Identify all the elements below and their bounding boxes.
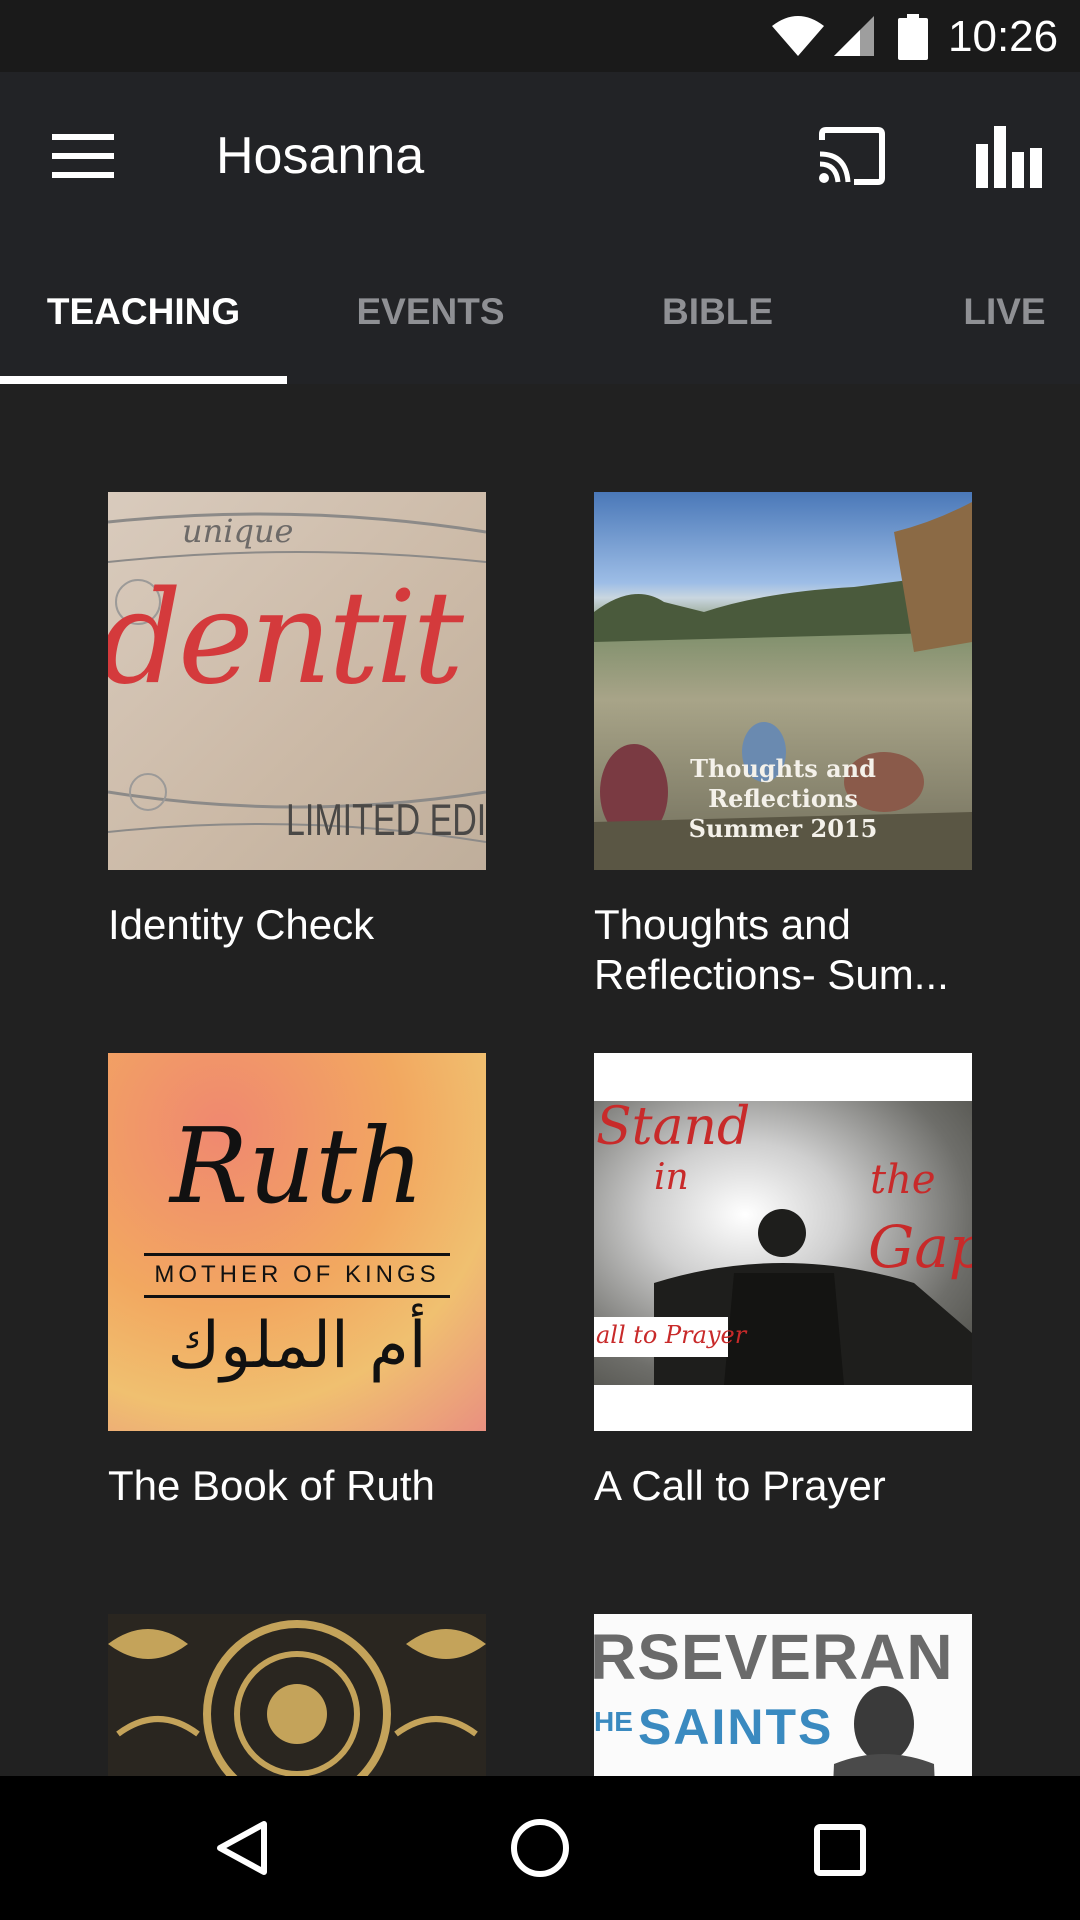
teaching-thumbnail: Thoughts and Reflections Summer 2015: [594, 492, 972, 870]
teaching-thumbnail: Ruth MOTHER OF KINGS أم الملوك: [108, 1053, 486, 1431]
tab-bar: TEACHING EVENTS BIBLE LIVE: [0, 276, 1080, 384]
teaching-card-book-of-ruth[interactable]: Ruth MOTHER OF KINGS أم الملوك The Book …: [108, 1053, 486, 1511]
teaching-card-identity-check[interactable]: unique dentit LIMITED EDITION Identity C…: [108, 492, 486, 950]
caption-line: Thoughts and: [690, 754, 876, 783]
stats-icon[interactable]: [974, 124, 1044, 188]
caption-line: Summer 2015: [688, 814, 878, 843]
teaching-title: A Call to Prayer: [594, 1462, 886, 1509]
teaching-card-perseverance[interactable]: RSEVERAN HE SAINTS: [594, 1614, 972, 1776]
teaching-thumbnail: RSEVERAN HE SAINTS: [594, 1614, 972, 1776]
tab-indicator: [0, 376, 287, 384]
cast-icon[interactable]: [816, 126, 886, 186]
teaching-title: Thoughts and Reflections- Sum...: [594, 901, 949, 998]
teaching-thumbnail: Stand in the Gap all to Prayer: [594, 1053, 972, 1431]
status-time: 10:26: [948, 12, 1059, 61]
menu-icon[interactable]: [52, 134, 114, 178]
home-icon[interactable]: [510, 1818, 570, 1878]
ruth-arabic-text: أم الملوك: [167, 1309, 427, 1383]
perseverance-figure: [833, 1686, 935, 1776]
identity-edition-text: LIMITED EDITION: [286, 796, 486, 846]
status-bar: 10:26: [0, 0, 1080, 72]
ornament-pattern: [108, 1620, 486, 1776]
teaching-title: Identity Check: [108, 901, 375, 948]
battery-icon: [898, 14, 928, 60]
identity-small-text: unique: [182, 512, 294, 550]
identity-large-text: dentit: [108, 564, 464, 713]
tab-events[interactable]: EVENTS: [287, 276, 574, 384]
teaching-card-call-to-prayer[interactable]: Stand in the Gap all to Prayer A Call to…: [594, 1053, 972, 1511]
teaching-thumbnail: [108, 1614, 486, 1776]
prayer-in-text: in: [654, 1157, 689, 1198]
ruth-title-text: Ruth: [169, 1105, 425, 1227]
wifi-icon: [772, 16, 824, 56]
signal-icon: [834, 16, 874, 56]
ruth-divider: [144, 1253, 450, 1256]
prayer-banner-text: all to Prayer: [596, 1321, 747, 1349]
teaching-card-ornament[interactable]: [108, 1614, 486, 1776]
caption-line: Reflections: [708, 784, 858, 813]
teaching-title: The Book of Ruth: [108, 1462, 435, 1509]
teaching-thumbnail: unique dentit LIMITED EDITION: [108, 492, 486, 870]
tab-teaching[interactable]: TEACHING: [0, 276, 287, 384]
tab-live[interactable]: LIVE: [861, 276, 1080, 384]
photo-caption: Thoughts and Reflections Summer 2015: [594, 754, 972, 844]
prayer-stand-text: Stand: [596, 1097, 751, 1157]
teaching-card-thoughts-and-reflections[interactable]: Thoughts and Reflections Summer 2015 Tho…: [594, 492, 972, 1000]
back-icon[interactable]: [214, 1818, 270, 1878]
tab-bible[interactable]: BIBLE: [574, 276, 861, 384]
app-title: Hosanna: [216, 127, 425, 185]
ruth-subtitle-text: MOTHER OF KINGS: [154, 1261, 440, 1288]
recents-icon[interactable]: [814, 1824, 866, 1876]
prayer-gap-text: Gap: [868, 1213, 972, 1281]
ruth-divider: [144, 1295, 450, 1298]
teaching-grid: unique dentit LIMITED EDITION Identity C…: [0, 384, 1080, 1776]
prayer-the-text: the: [870, 1157, 936, 1203]
